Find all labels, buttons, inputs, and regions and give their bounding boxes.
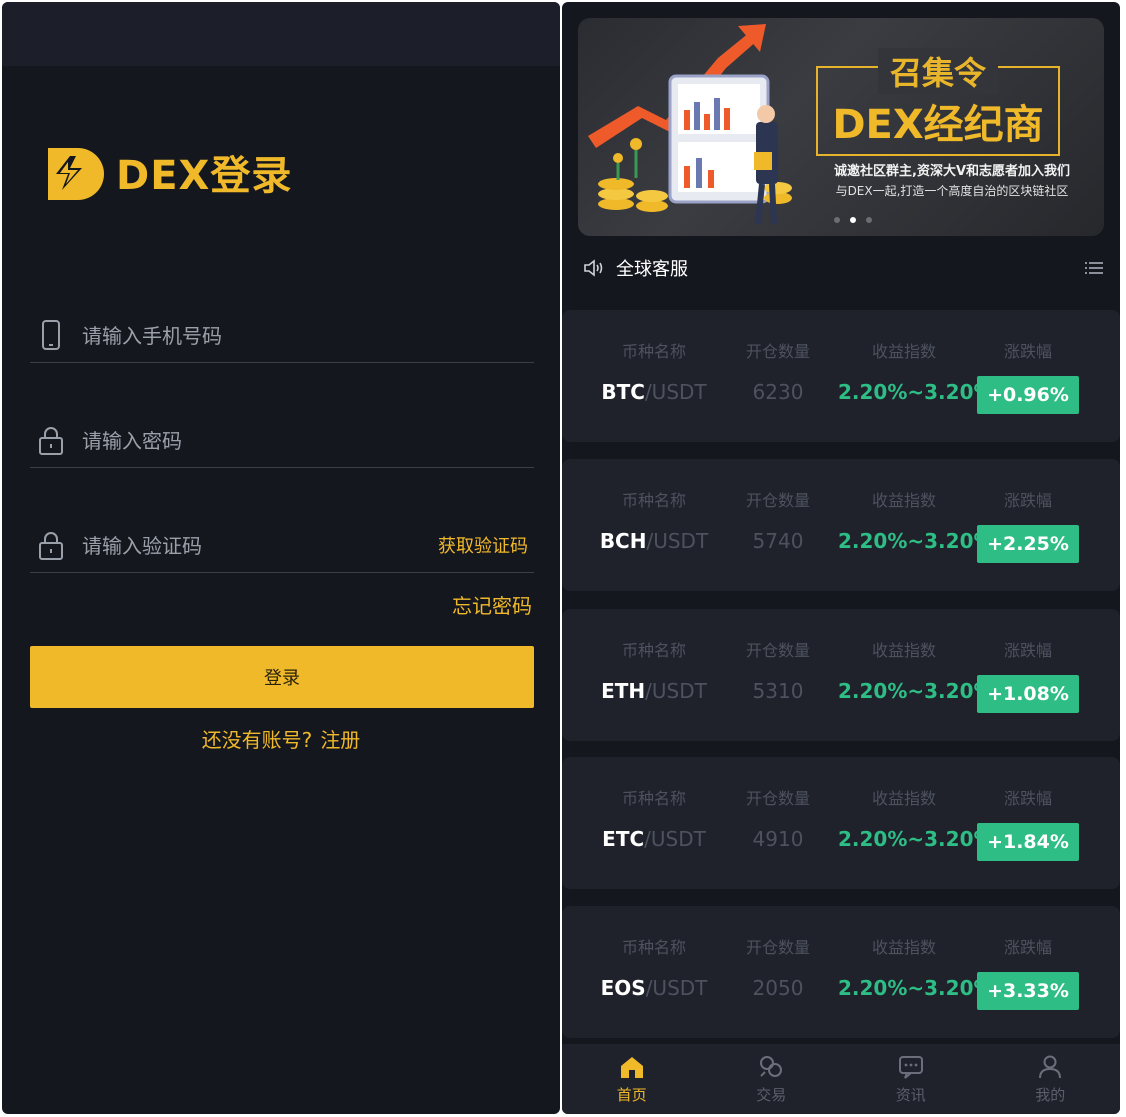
col-header-change: 涨跌幅 bbox=[1003, 938, 1052, 957]
news-icon bbox=[898, 1055, 923, 1079]
carousel-dot[interactable] bbox=[834, 217, 840, 223]
tab-label: 首页 bbox=[616, 1085, 647, 1104]
col-header-name: 币种名称 bbox=[621, 491, 686, 510]
col-header-qty: 开仓数量 bbox=[745, 491, 810, 510]
market-qty: 5310 bbox=[752, 679, 804, 703]
tab-label: 我的 bbox=[1035, 1085, 1066, 1104]
user-icon bbox=[1039, 1055, 1062, 1078]
home-screen: 召集令 DEX经纪商 诚邀社区群主,资深大V和志愿者加入我们 与DEX一起,打造… bbox=[562, 2, 1120, 1114]
col-header-index: 收益指数 bbox=[871, 938, 936, 957]
bottom-tab-bar: 首页 交易 资讯 我的 bbox=[562, 1044, 1120, 1114]
list-menu-icon[interactable] bbox=[1084, 258, 1104, 278]
carousel-dots bbox=[834, 217, 882, 223]
phone-icon bbox=[42, 319, 60, 350]
change-badge: +1.08% bbox=[977, 675, 1079, 713]
speaker-icon bbox=[584, 259, 603, 277]
tab-news[interactable]: 资讯 bbox=[841, 1044, 981, 1114]
login-button[interactable]: 登录 bbox=[30, 646, 534, 708]
col-header-qty: 开仓数量 bbox=[745, 342, 810, 361]
market-qty: 6230 bbox=[752, 380, 804, 404]
logo-title: DEX登录 bbox=[116, 153, 293, 199]
col-header-name: 币种名称 bbox=[621, 789, 686, 808]
get-code-button[interactable]: 获取验证码 bbox=[438, 532, 528, 558]
market-card[interactable]: 币种名称 开仓数量 收益指数 涨跌幅 EOS/USDT 2050 2.20%~3… bbox=[562, 906, 1120, 1038]
change-badge: +1.84% bbox=[977, 823, 1079, 861]
market-pair: BTC/USDT bbox=[601, 380, 707, 404]
trade-icon bbox=[760, 1055, 783, 1077]
growth-chart-illustration bbox=[588, 24, 792, 225]
carousel-dot[interactable] bbox=[866, 217, 872, 223]
market-range: 2.20%~3.20% bbox=[838, 529, 994, 553]
no-account-text: 还没有账号? bbox=[201, 728, 313, 752]
lock-icon bbox=[39, 426, 63, 455]
col-header-index: 收益指数 bbox=[871, 789, 936, 808]
tab-profile[interactable]: 我的 bbox=[981, 1044, 1121, 1114]
market-range: 2.20%~3.20% bbox=[838, 976, 994, 1000]
col-header-change: 涨跌幅 bbox=[1003, 491, 1052, 510]
market-range: 2.20%~3.20% bbox=[838, 679, 994, 703]
market-card[interactable]: 币种名称 开仓数量 收益指数 涨跌幅 ETC/USDT 4910 2.20%~3… bbox=[562, 757, 1120, 889]
market-pair: ETH/USDT bbox=[601, 679, 707, 703]
code-input[interactable]: 请输入验证码 bbox=[82, 530, 438, 559]
tab-trade[interactable]: 交易 bbox=[702, 1044, 842, 1114]
tab-label: 交易 bbox=[756, 1085, 787, 1104]
register-link[interactable]: 注册 bbox=[320, 728, 360, 752]
market-range: 2.20%~3.20% bbox=[838, 827, 994, 851]
lock-icon bbox=[39, 531, 63, 560]
market-qty: 2050 bbox=[752, 976, 804, 1000]
market-qty: 4910 bbox=[752, 827, 804, 851]
col-header-index: 收益指数 bbox=[871, 342, 936, 361]
logo: DEX登录 bbox=[44, 142, 292, 202]
password-input[interactable]: 请输入密码 bbox=[82, 425, 534, 454]
market-pair: ETC/USDT bbox=[602, 827, 706, 851]
forgot-password-link[interactable]: 忘记密码 bbox=[452, 590, 532, 619]
change-badge: +2.25% bbox=[977, 525, 1079, 563]
tab-home[interactable]: 首页 bbox=[562, 1044, 702, 1114]
market-range: 2.20%~3.20% bbox=[838, 380, 994, 404]
login-screen: DEX登录 请输入手机号码 请输入密码 请输入验证码 获取验证码 忘记密码 登录… bbox=[2, 2, 560, 1114]
col-header-qty: 开仓数量 bbox=[745, 641, 810, 660]
change-badge: +3.33% bbox=[977, 972, 1079, 1010]
market-card[interactable]: 币种名称 开仓数量 收益指数 涨跌幅 BCH/USDT 5740 2.20%~3… bbox=[562, 459, 1120, 591]
col-header-change: 涨跌幅 bbox=[1003, 641, 1052, 660]
change-badge: +0.96% bbox=[977, 376, 1079, 414]
col-header-change: 涨跌幅 bbox=[1003, 789, 1052, 808]
col-header-name: 币种名称 bbox=[621, 938, 686, 957]
tab-label: 资讯 bbox=[895, 1085, 926, 1104]
promo-banner[interactable]: 召集令 DEX经纪商 诚邀社区群主,资深大V和志愿者加入我们 与DEX一起,打造… bbox=[578, 18, 1104, 236]
phone-input[interactable]: 请输入手机号码 bbox=[82, 320, 534, 349]
col-header-qty: 开仓数量 bbox=[745, 938, 810, 957]
market-card[interactable]: 币种名称 开仓数量 收益指数 涨跌幅 BTC/USDT 6230 2.20%~3… bbox=[562, 310, 1120, 442]
code-field[interactable]: 请输入验证码 获取验证码 bbox=[30, 517, 534, 573]
banner-subtitle: 诚邀社区群主,资深大V和志愿者加入我们 bbox=[834, 164, 1070, 179]
dex-logo-icon bbox=[48, 148, 104, 200]
notice-bar[interactable]: 全球客服 bbox=[582, 250, 1104, 286]
banner-subtitle-2: 与DEX一起,打造一个高度自治的区块链社区 bbox=[835, 184, 1069, 198]
notice-text: 全球客服 bbox=[616, 259, 688, 280]
home-icon bbox=[620, 1056, 643, 1078]
col-header-index: 收益指数 bbox=[871, 641, 936, 660]
market-card[interactable]: 币种名称 开仓数量 收益指数 涨跌幅 ETH/USDT 5310 2.20%~3… bbox=[562, 609, 1120, 741]
market-pair: BCH/USDT bbox=[599, 529, 709, 553]
banner-title: 召集令 bbox=[816, 48, 1060, 94]
market-pair: EOS/USDT bbox=[600, 976, 708, 1000]
market-qty: 5740 bbox=[752, 529, 804, 553]
col-header-name: 币种名称 bbox=[621, 342, 686, 361]
phone-field[interactable]: 请输入手机号码 bbox=[30, 307, 534, 363]
carousel-dot-active[interactable] bbox=[850, 217, 856, 223]
col-header-change: 涨跌幅 bbox=[1003, 342, 1052, 361]
banner-headline: DEX经纪商 bbox=[832, 102, 1044, 148]
col-header-name: 币种名称 bbox=[621, 641, 686, 660]
status-bar bbox=[2, 2, 560, 66]
col-header-qty: 开仓数量 bbox=[745, 789, 810, 808]
password-field[interactable]: 请输入密码 bbox=[30, 412, 534, 468]
col-header-index: 收益指数 bbox=[871, 491, 936, 510]
register-row: 还没有账号? 注册 bbox=[2, 724, 560, 753]
